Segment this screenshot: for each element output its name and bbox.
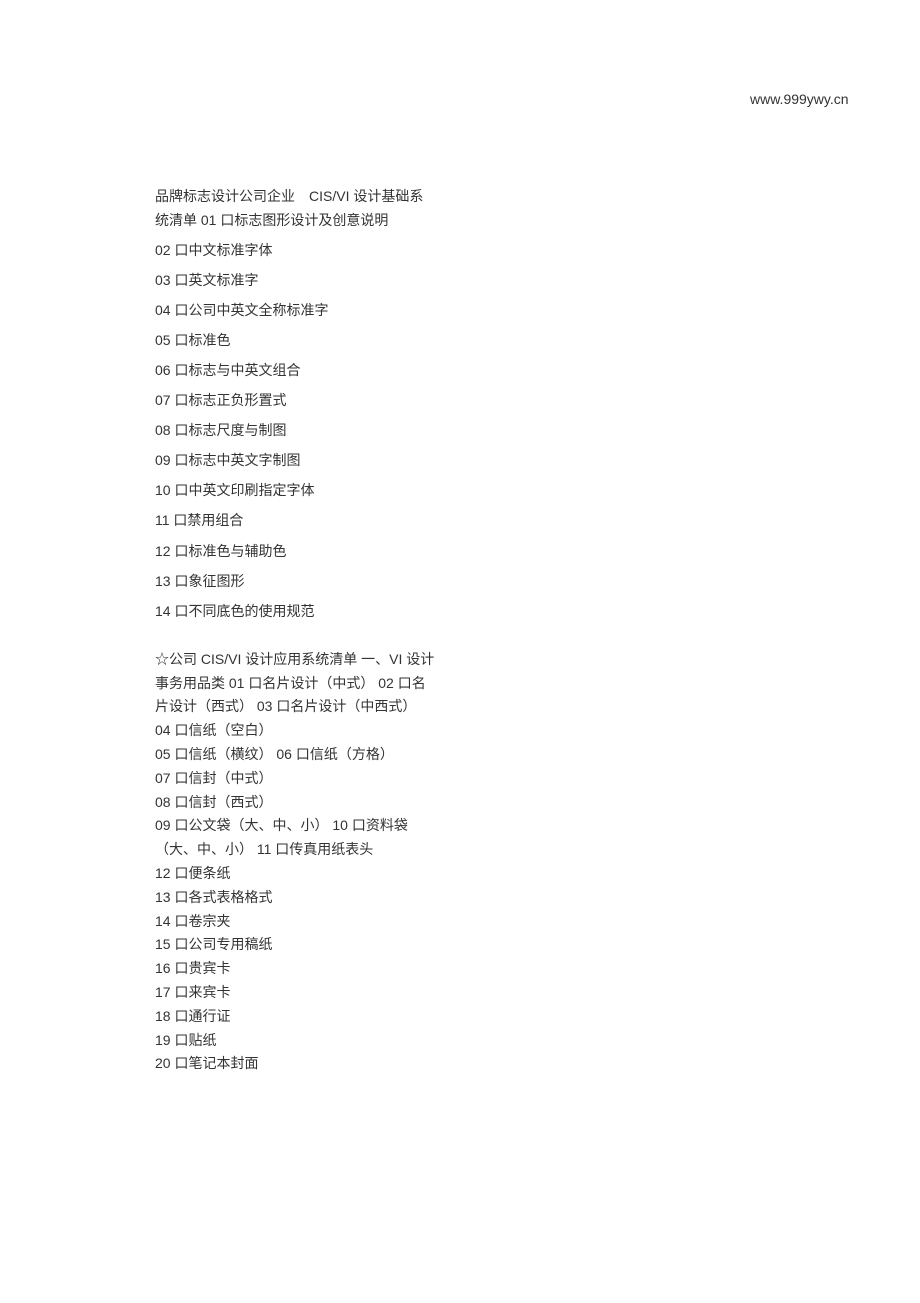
list-item: 02 口中文标准字体 — [155, 235, 435, 265]
list-item: 09 口公文袋（大、中、小） 10 口资料袋（大、中、小） 11 口传真用纸表头 — [155, 814, 435, 862]
list-item: 07 口标志正负形置式 — [155, 385, 435, 415]
list-item: 12 口便条纸 — [155, 862, 435, 886]
list-item: 20 口笔记本封面 — [155, 1052, 435, 1076]
header-url: www.999ywy.cn — [750, 90, 860, 109]
list-item: 13 口各式表格格式 — [155, 886, 435, 910]
list-item: 03 口英文标准字 — [155, 265, 435, 295]
section2-intro: ☆公司 CIS/VI 设计应用系统清单 一、VI 设计事务用品类 01 口名片设… — [155, 648, 435, 743]
list-item: 05 口标准色 — [155, 325, 435, 355]
list-item: 09 口标志中英文字制图 — [155, 445, 435, 475]
list-item: 08 口信封（西式） — [155, 791, 435, 815]
list-item: 05 口信纸（横纹） 06 口信纸（方格） — [155, 743, 435, 767]
list-item: 10 口中英文印刷指定字体 — [155, 475, 435, 505]
section2-list: 05 口信纸（横纹） 06 口信纸（方格） 07 口信封（中式） 08 口信封（… — [155, 743, 435, 1076]
list-item: 16 口贵宾卡 — [155, 957, 435, 981]
section1-intro: 品牌标志设计公司企业 CIS/VI 设计基础系统清单 01 口标志图形设计及创意… — [155, 185, 435, 233]
document-body: 品牌标志设计公司企业 CIS/VI 设计基础系统清单 01 口标志图形设计及创意… — [155, 185, 435, 1076]
list-item: 14 口不同底色的使用规范 — [155, 596, 435, 626]
list-item: 04 口公司中英文全称标准字 — [155, 295, 435, 325]
section-gap — [155, 626, 435, 648]
section1-list: 02 口中文标准字体 03 口英文标准字 04 口公司中英文全称标准字 05 口… — [155, 235, 435, 626]
list-item: 07 口信封（中式） — [155, 767, 435, 791]
list-item: 11 口禁用组合 — [155, 505, 435, 535]
list-item: 17 口来宾卡 — [155, 981, 435, 1005]
list-item: 08 口标志尺度与制图 — [155, 415, 435, 445]
list-item: 12 口标准色与辅助色 — [155, 536, 435, 566]
list-item: 15 口公司专用稿纸 — [155, 933, 435, 957]
list-item: 19 口贴纸 — [155, 1029, 435, 1053]
list-item: 18 口通行证 — [155, 1005, 435, 1029]
list-item: 14 口卷宗夹 — [155, 910, 435, 934]
list-item: 06 口标志与中英文组合 — [155, 355, 435, 385]
list-item: 13 口象征图形 — [155, 566, 435, 596]
